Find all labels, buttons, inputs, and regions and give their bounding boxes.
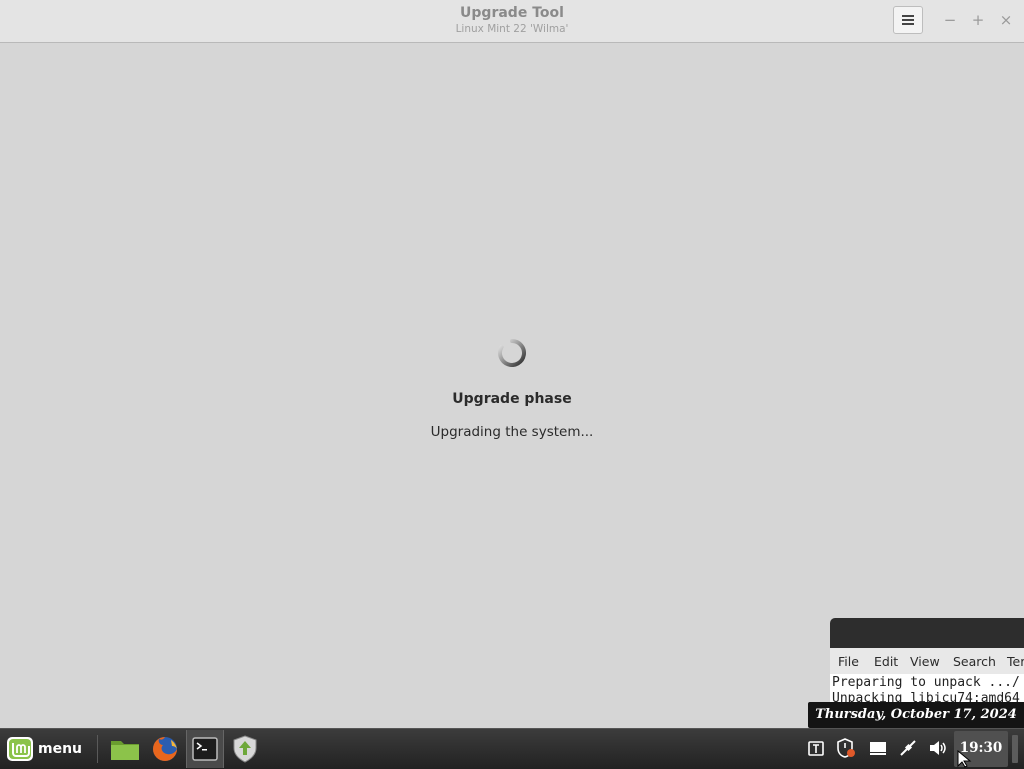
maximize-button[interactable]: + <box>968 10 988 30</box>
files-launcher[interactable] <box>106 730 144 768</box>
date-tooltip: Thursday, October 17, 2024 <box>808 702 1024 728</box>
volume-tray[interactable] <box>927 737 949 759</box>
window-title: Upgrade Tool <box>460 5 564 21</box>
taskbar-separator <box>97 735 98 763</box>
hamburger-menu-icon <box>902 15 914 25</box>
firefox-icon <box>153 737 177 761</box>
taskbar: menu 19:30 <box>0 728 1024 769</box>
firefox-launcher[interactable] <box>146 730 184 768</box>
files-icon <box>111 741 139 760</box>
minimize-button[interactable]: − <box>940 10 960 30</box>
display-tray[interactable] <box>867 737 889 759</box>
mouse-cursor-icon <box>957 750 972 768</box>
close-button[interactable]: × <box>996 10 1016 30</box>
terminal-menu-terminal[interactable]: Ter <box>1007 654 1024 669</box>
window-subtitle: Linux Mint 22 'Wilma' <box>455 23 569 35</box>
loading-spinner-icon <box>498 339 526 367</box>
update-shield-tray[interactable] <box>835 737 857 759</box>
terminal-menu-file[interactable]: File <box>838 654 859 669</box>
phase-title: Upgrade phase <box>452 391 572 407</box>
terminal-menu-view[interactable]: View <box>910 654 940 669</box>
terminal-menu-search[interactable]: Search <box>953 654 996 669</box>
terminal-icon <box>192 737 218 761</box>
keyboard-layout-icon <box>808 741 824 756</box>
linux-mint-logo-icon <box>7 737 33 761</box>
phase-status: Upgrading the system... <box>430 424 594 440</box>
terminal-menu-edit[interactable]: Edit <box>874 654 898 669</box>
network-icon <box>900 740 916 756</box>
titlebar[interactable]: Upgrade Tool Linux Mint 22 'Wilma' − + × <box>0 0 1024 43</box>
show-desktop-button[interactable] <box>1012 735 1018 763</box>
update-manager-icon <box>233 735 257 763</box>
menu-label: menu <box>38 741 83 757</box>
update-shield-icon <box>837 738 855 758</box>
hamburger-menu-button[interactable] <box>893 6 923 34</box>
terminal-launcher[interactable] <box>186 730 224 768</box>
network-tray[interactable] <box>897 737 919 759</box>
terminal-menubar: File Edit View Search Ter <box>830 648 1024 674</box>
keyboard-layout-tray[interactable] <box>805 737 827 759</box>
display-icon <box>870 742 886 755</box>
terminal-line: Preparing to unpack .../ <box>832 675 1020 690</box>
volume-icon <box>930 741 946 755</box>
update-manager-launcher[interactable] <box>226 730 264 768</box>
start-menu-button[interactable]: menu <box>6 733 90 765</box>
